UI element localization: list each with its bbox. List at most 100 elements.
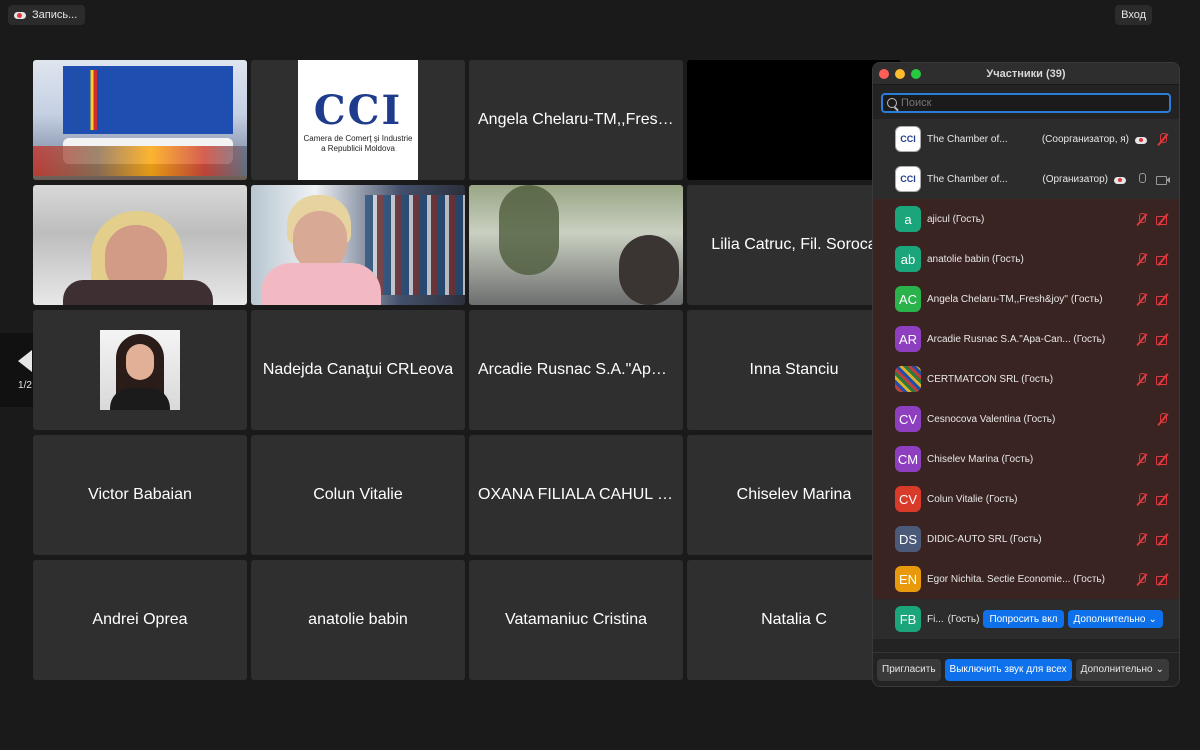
prev-page-icon[interactable] — [18, 349, 32, 372]
ask-to-unmute-button[interactable]: Попросить вкл — [983, 610, 1064, 628]
participant-name: Colun Vitalie (Гость) — [927, 493, 1018, 505]
participant-row[interactable]: CCI The Chamber of... (Соорганизатор, я) — [873, 119, 1179, 159]
zoom-window-icon[interactable] — [911, 69, 921, 79]
mic-muted-icon[interactable] — [1156, 132, 1169, 146]
avatar: AR — [895, 326, 921, 352]
video-tile[interactable]: Vatamaniuc Cristina — [469, 560, 683, 680]
camera-off-icon[interactable] — [1156, 573, 1169, 586]
participant-name: Inna Stanciu — [749, 361, 839, 378]
camera-off-icon[interactable] — [1156, 533, 1169, 546]
participant-role: (Организатор) — [1042, 173, 1108, 185]
participant-name: Natalia C — [761, 611, 827, 628]
camera-off-icon[interactable] — [1156, 333, 1169, 346]
avatar: CCI — [895, 166, 921, 192]
more-options-label: Дополнительно — [1073, 613, 1146, 625]
participant-row[interactable]: CCI The Chamber of... (Организатор) — [873, 159, 1179, 199]
page-indicator: 1/2 — [18, 379, 32, 391]
participant-row[interactable]: AC Angela Chelaru-TM,,Fresh&joy'' (Гость… — [873, 279, 1179, 319]
video-feed — [251, 185, 465, 305]
minimize-window-icon[interactable] — [895, 69, 905, 79]
mic-muted-icon[interactable] — [1135, 332, 1148, 346]
video-tile-participant[interactable] — [251, 185, 465, 305]
mic-muted-icon[interactable] — [1156, 412, 1169, 426]
camera-off-icon[interactable] — [1156, 253, 1169, 266]
video-tile[interactable]: Victor Babaian — [33, 435, 247, 555]
invite-button[interactable]: Пригласить — [877, 658, 941, 681]
avatar: a — [895, 206, 921, 232]
participant-search[interactable] — [881, 93, 1171, 113]
mic-muted-icon[interactable] — [1135, 252, 1148, 266]
video-tile[interactable]: Inna Stanciu — [687, 310, 901, 430]
participant-row[interactable]: a ajicul (Гость) — [873, 199, 1179, 239]
video-tile[interactable]: Chiselev Marina — [687, 435, 901, 555]
video-tile-logo[interactable]: CCI Camera de Comerţ şi Industrie a Repu… — [251, 60, 465, 180]
video-tile-participant[interactable] — [469, 185, 683, 305]
camera-off-icon[interactable] — [1156, 373, 1169, 386]
participant-row[interactable]: EN Egor Nichita. Sectie Economie... (Гос… — [873, 559, 1179, 599]
participant-name: Lilia Catruc, Fil. Soroca — [711, 236, 877, 253]
participant-row[interactable]: CV Cesnocova Valentina (Гость) — [873, 399, 1179, 439]
video-tile[interactable]: Angela Chelaru-TM,,Fresh&joy'' — [469, 60, 683, 180]
recording-label: Запись... — [32, 9, 78, 21]
camera-off-icon[interactable] — [1156, 213, 1169, 226]
video-tile-conference-room[interactable] — [33, 60, 247, 180]
mute-all-button[interactable]: Выключить звук для всех — [944, 658, 1072, 681]
participant-list: CCI The Chamber of... (Соорганизатор, я)… — [873, 119, 1179, 639]
participant-name: Nadejda Canaţui CRLeova — [262, 361, 454, 378]
mic-muted-icon[interactable] — [1135, 452, 1148, 466]
mic-muted-icon[interactable] — [1135, 212, 1148, 226]
video-tile-blank[interactable] — [687, 60, 901, 180]
avatar: DS — [895, 526, 921, 552]
participant-name: OXANA FILIALA CAHUL CCI — [478, 486, 674, 503]
panel-header: Участники (39) — [873, 63, 1179, 85]
video-tile[interactable]: Natalia C — [687, 560, 901, 680]
video-tile[interactable]: Colun Vitalie — [251, 435, 465, 555]
video-tile[interactable]: Arcadie Rusnac S.A."Apa-Canal" — [469, 310, 683, 430]
participant-name: Arcadie Rusnac S.A."Apa-Can... (Гость) — [927, 333, 1106, 345]
camera-icon[interactable] — [1156, 173, 1170, 186]
view-button[interactable]: Вход — [1115, 5, 1152, 25]
window-controls — [879, 69, 921, 79]
footer-more-button[interactable]: Дополнительно ⌄ — [1075, 658, 1169, 681]
panel-footer: Пригласить Выключить звук для всех Допол… — [873, 652, 1179, 686]
participant-row[interactable]: CV Colun Vitalie (Гость) — [873, 479, 1179, 519]
participant-row[interactable]: DS DIDIC-AUTO SRL (Гость) — [873, 519, 1179, 559]
search-input[interactable] — [901, 97, 1151, 109]
participant-row[interactable]: CERTMATCON SRL (Гость) — [873, 359, 1179, 399]
video-tile-participant[interactable] — [33, 185, 247, 305]
participant-name: Colun Vitalie — [313, 486, 403, 503]
more-options-button[interactable]: Дополнительно ⌄ — [1067, 610, 1163, 628]
video-tile[interactable]: Lilia Catruc, Fil. Soroca — [687, 185, 901, 305]
video-tile[interactable]: Andrei Oprea — [33, 560, 247, 680]
cloud-record-icon — [1114, 173, 1127, 186]
mic-muted-icon[interactable] — [1135, 492, 1148, 506]
participant-name: The Chamber of... — [927, 173, 1008, 185]
camera-off-icon[interactable] — [1156, 493, 1169, 506]
participant-row[interactable]: AR Arcadie Rusnac S.A."Apa-Can... (Гость… — [873, 319, 1179, 359]
recording-indicator[interactable]: Запись... — [8, 5, 86, 25]
mic-icon[interactable] — [1135, 172, 1148, 186]
camera-off-icon[interactable] — [1156, 453, 1169, 466]
participant-row-hovered[interactable]: FB Fi... (Гость) Попросить вкл Дополните… — [873, 599, 1179, 639]
participant-role: (Соорганизатор, я) — [1041, 133, 1129, 145]
video-tile-portrait[interactable] — [33, 310, 247, 430]
camera-off-icon[interactable] — [1156, 293, 1169, 306]
video-tile[interactable]: Nadejda Canaţui CRLeova — [251, 310, 465, 430]
video-tile[interactable]: anatolie babin — [251, 560, 465, 680]
close-window-icon[interactable] — [879, 69, 889, 79]
panel-title: Участники (39) — [986, 67, 1066, 80]
chevron-down-icon: ⌄ — [1148, 613, 1157, 625]
mic-muted-icon[interactable] — [1135, 372, 1148, 386]
mic-muted-icon[interactable] — [1135, 532, 1148, 546]
mic-muted-icon[interactable] — [1135, 292, 1148, 306]
participant-name: Arcadie Rusnac S.A."Apa-Canal" — [478, 361, 674, 378]
avatar: AC — [895, 286, 921, 312]
chevron-down-icon: ⌄ — [1155, 664, 1164, 675]
participant-name: anatolie babin — [308, 611, 408, 628]
video-tile[interactable]: OXANA FILIALA CAHUL CCI — [469, 435, 683, 555]
video-feed — [33, 60, 247, 180]
participant-row[interactable]: ab anatolie babin (Гость) — [873, 239, 1179, 279]
mic-muted-icon[interactable] — [1135, 572, 1148, 586]
participant-row[interactable]: CM Chiselev Marina (Гость) — [873, 439, 1179, 479]
avatar: CV — [895, 406, 921, 432]
